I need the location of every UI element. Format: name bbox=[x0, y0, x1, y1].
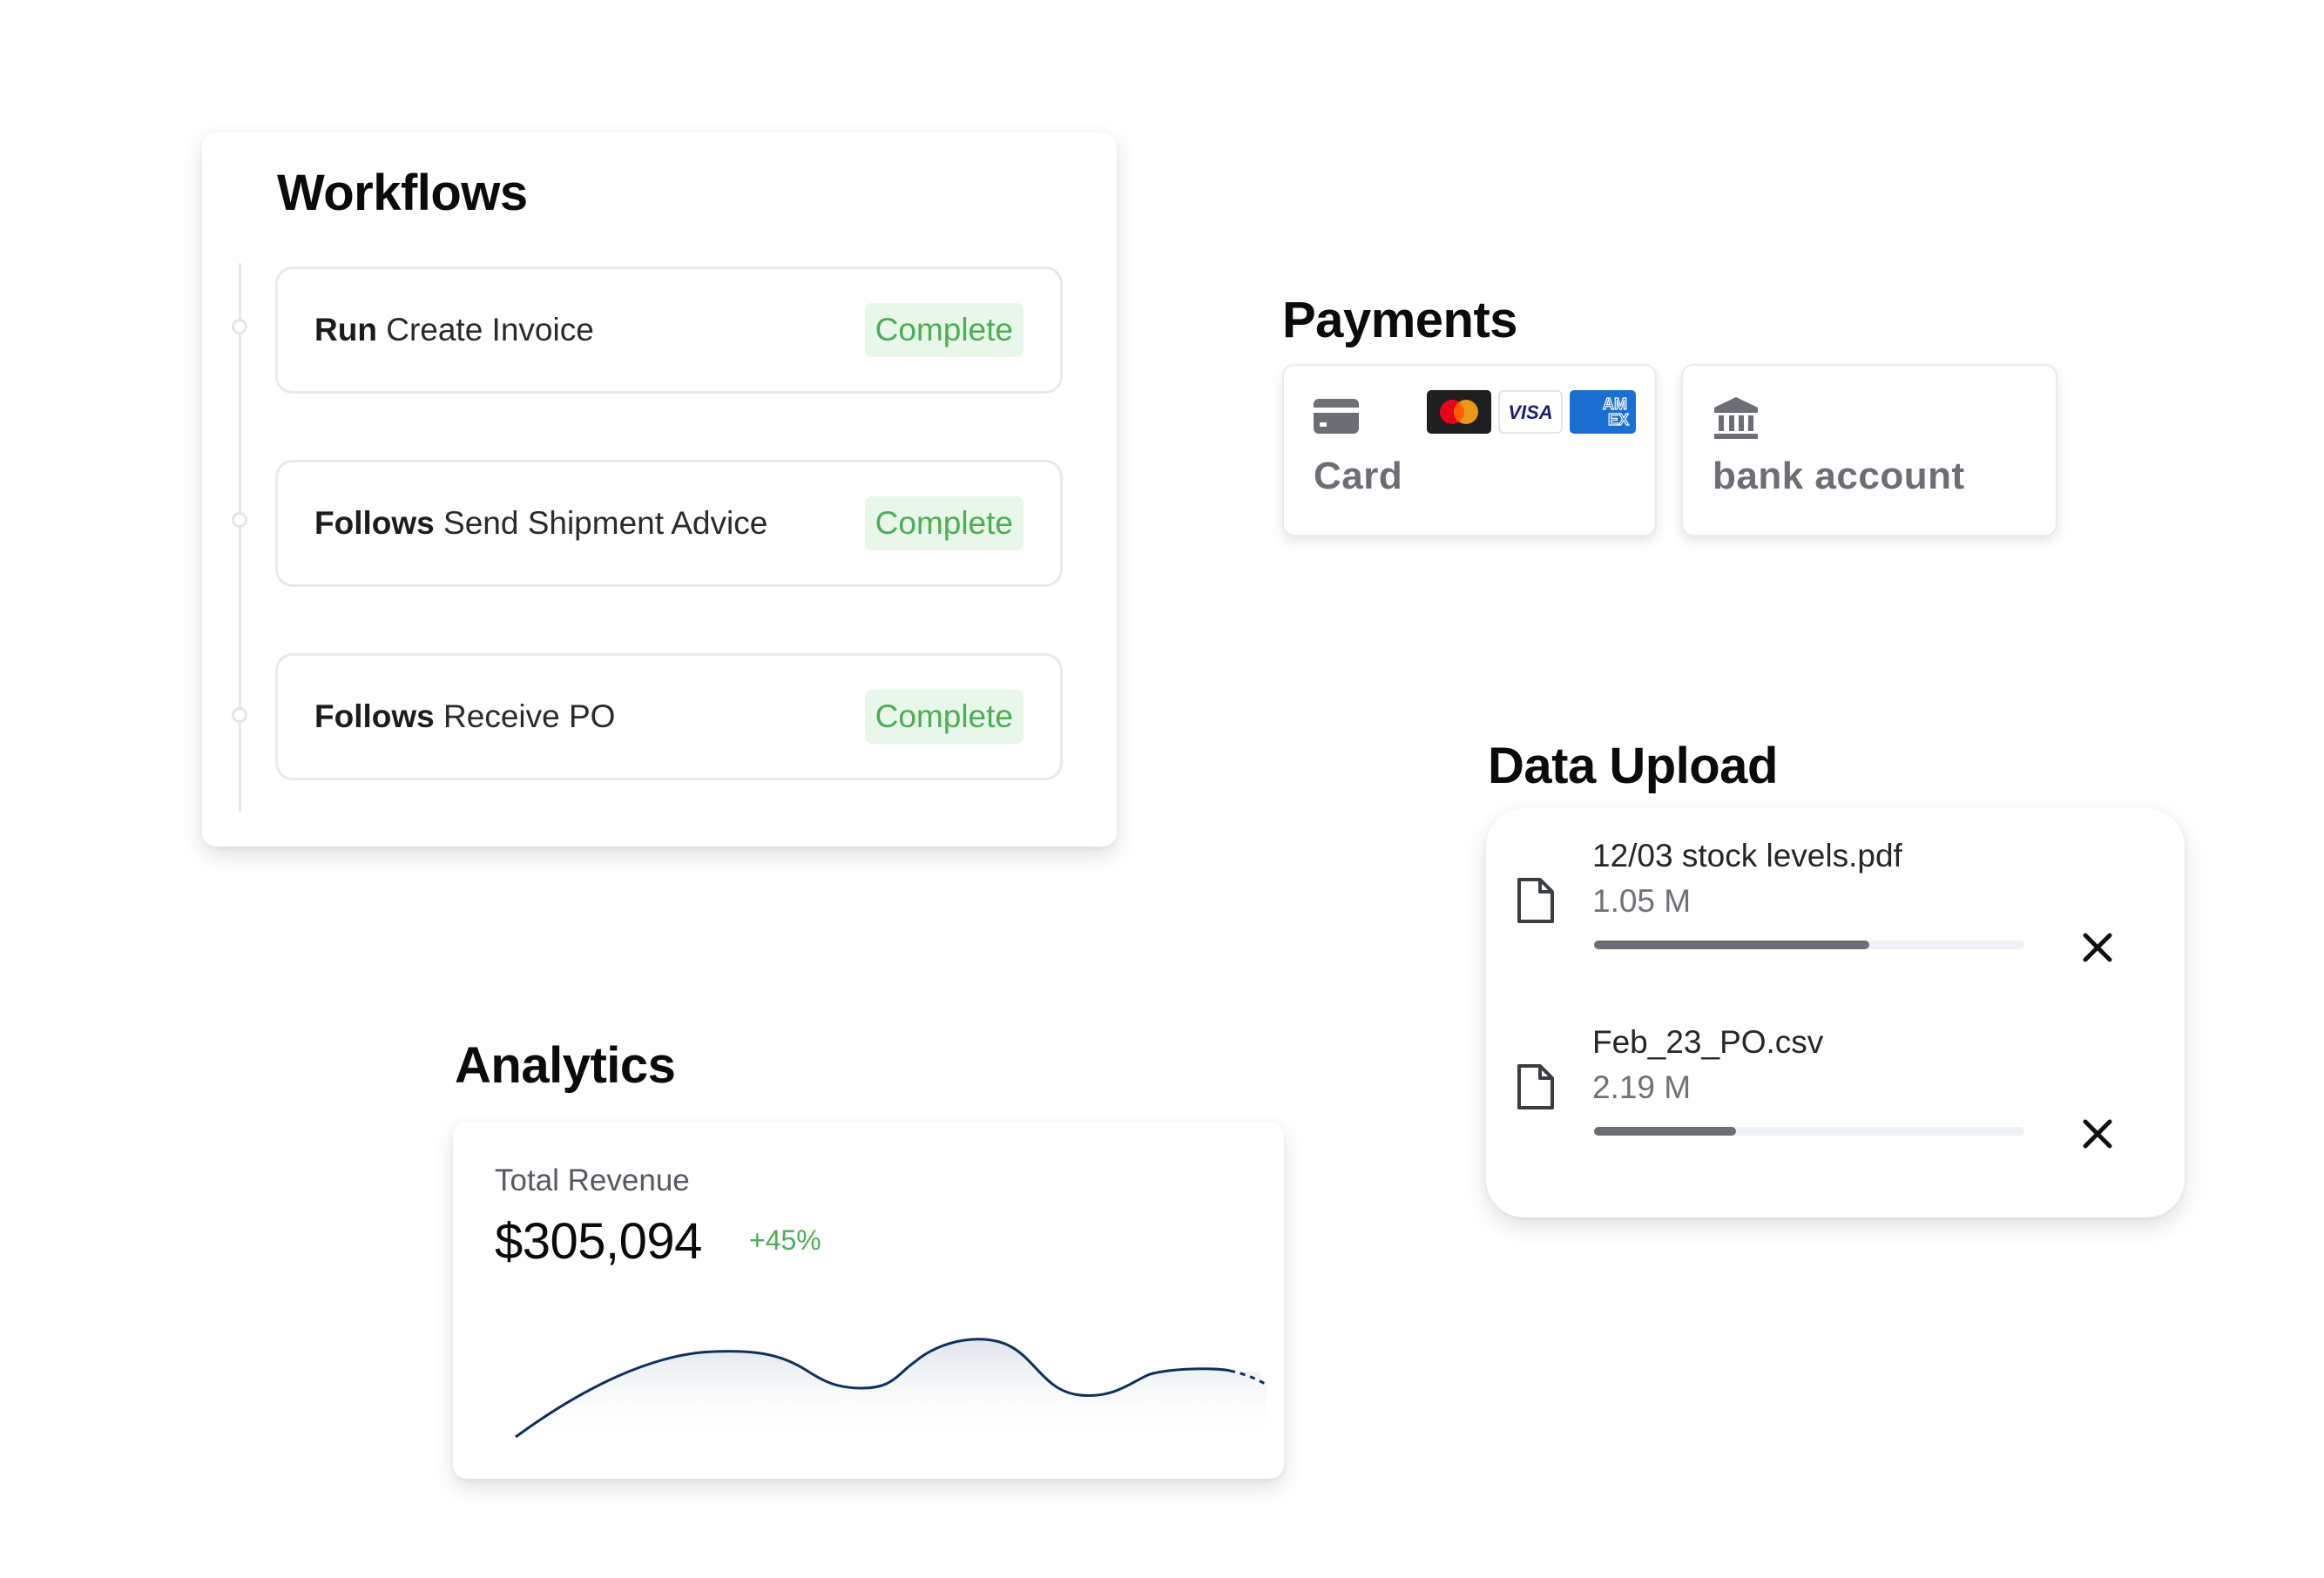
status-badge: Complete bbox=[864, 303, 1024, 357]
file-icon bbox=[1517, 1064, 1554, 1109]
payment-option-card[interactable]: VISA AM EX Card bbox=[1282, 364, 1657, 536]
revenue-sparkline bbox=[515, 1338, 1267, 1446]
workflow-item-receive-po[interactable]: Follows Receive PO Complete bbox=[275, 653, 1063, 780]
upload-progress-fill bbox=[1594, 941, 1870, 949]
close-icon[interactable] bbox=[2082, 932, 2113, 963]
timeline-dot bbox=[232, 707, 247, 723]
workflows-title: Workflows bbox=[277, 165, 528, 221]
amex-icon: AM EX bbox=[1570, 390, 1636, 434]
workflow-item-label: Follows Send Shipment Advice bbox=[314, 505, 767, 542]
visa-text: VISA bbox=[1508, 401, 1552, 423]
bank-icon bbox=[1714, 397, 1758, 439]
close-icon[interactable] bbox=[2082, 1118, 2113, 1150]
mastercard-icon bbox=[1427, 390, 1491, 434]
file-name: 12/03 stock levels.pdf bbox=[1592, 838, 1902, 873]
amex-text-bottom: EX bbox=[1608, 411, 1629, 428]
workflow-item-label: Run Create Invoice bbox=[314, 312, 594, 348]
workflow-verb: Follows bbox=[314, 505, 435, 541]
workflow-item-create-invoice[interactable]: Run Create Invoice Complete bbox=[275, 266, 1063, 394]
credit-card-icon bbox=[1314, 399, 1359, 434]
payment-option-label: Card bbox=[1314, 455, 1403, 497]
payment-option-bank-account[interactable]: bank account bbox=[1681, 364, 2057, 536]
payment-option-label: bank account bbox=[1713, 455, 1965, 497]
analytics-title: Analytics bbox=[455, 1037, 676, 1094]
workflow-name: Create Invoice bbox=[386, 312, 594, 347]
timeline-dot bbox=[232, 512, 247, 528]
status-badge: Complete bbox=[864, 496, 1024, 550]
upload-progress-bar bbox=[1594, 1127, 2024, 1136]
workflow-verb: Run bbox=[314, 312, 377, 347]
sparkline-area bbox=[516, 1339, 1267, 1446]
file-size: 2.19 M bbox=[1592, 1069, 1692, 1105]
file-size: 1.05 M bbox=[1592, 883, 1692, 919]
visa-icon: VISA bbox=[1498, 390, 1563, 434]
upload-progress-bar bbox=[1594, 941, 2024, 949]
status-badge: Complete bbox=[864, 690, 1024, 744]
workflow-verb: Follows bbox=[314, 698, 435, 734]
workflow-item-label: Follows Receive PO bbox=[314, 698, 615, 735]
analytics-card: Total Revenue $305,094 +45% bbox=[453, 1122, 1284, 1479]
workflow-item-send-shipment-advice[interactable]: Follows Send Shipment Advice Complete bbox=[275, 460, 1063, 587]
payments-title: Payments bbox=[1282, 292, 1518, 348]
upload-progress-fill bbox=[1594, 1127, 1737, 1136]
file-icon bbox=[1517, 878, 1554, 923]
workflow-name: Receive PO bbox=[443, 698, 616, 734]
file-name: Feb_23_PO.csv bbox=[1592, 1024, 1824, 1060]
data-upload-title: Data Upload bbox=[1488, 738, 1778, 794]
workflow-name: Send Shipment Advice bbox=[443, 505, 768, 541]
timeline-dot bbox=[232, 319, 247, 334]
timeline-rail bbox=[239, 263, 241, 812]
amex-text-top: AM bbox=[1603, 395, 1627, 413]
